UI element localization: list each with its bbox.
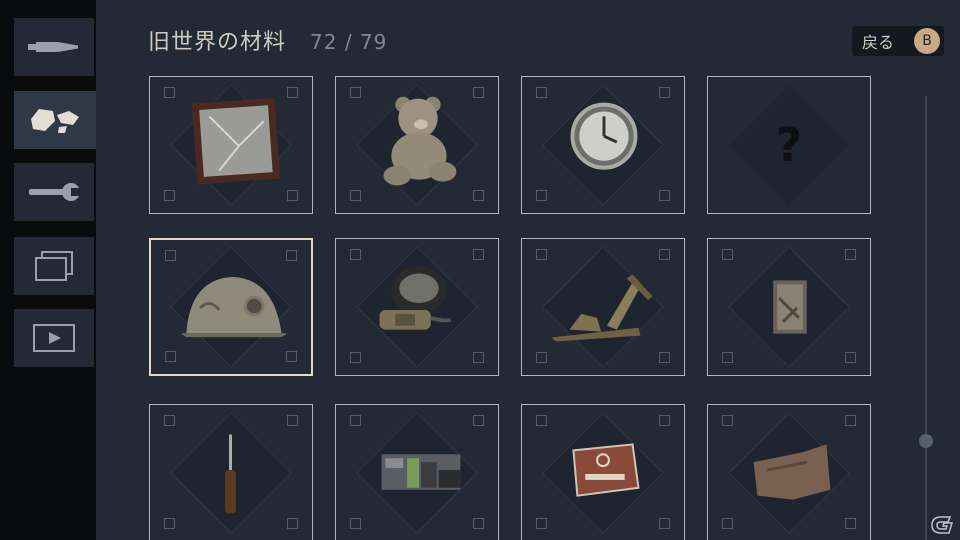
item-photo-scrap[interactable] bbox=[707, 238, 871, 376]
page-title: 旧世界の材料 bbox=[148, 30, 287, 55]
category-sidebar bbox=[0, 0, 96, 540]
question-mark-icon: ? bbox=[775, 118, 803, 172]
tab-materials[interactable] bbox=[14, 91, 96, 149]
item-unknown[interactable]: ? bbox=[707, 76, 871, 214]
wrench-icon bbox=[29, 183, 83, 201]
b-button-icon: B bbox=[914, 28, 940, 54]
gallery-icon bbox=[35, 251, 73, 281]
item-screwdriver[interactable] bbox=[149, 404, 313, 540]
item-teddy-bear[interactable] bbox=[335, 76, 499, 214]
item-clock[interactable] bbox=[521, 76, 685, 214]
gas-mask-icon bbox=[379, 266, 452, 330]
header-title-row: 旧世界の材料 72 / 79 bbox=[148, 24, 387, 56]
item-broken-frame[interactable] bbox=[149, 76, 313, 214]
bullet-icon bbox=[28, 42, 78, 52]
scrollbar-track[interactable] bbox=[925, 96, 927, 540]
scrollbar-thumb[interactable] bbox=[919, 434, 933, 448]
tab-tools[interactable] bbox=[14, 163, 94, 221]
tab-ammo[interactable] bbox=[14, 18, 94, 76]
watermark-logo-icon bbox=[931, 516, 954, 534]
wood-plane-icon bbox=[551, 274, 653, 342]
item-helmet[interactable] bbox=[149, 238, 313, 376]
tab-videos[interactable] bbox=[14, 309, 94, 367]
item-grid: ? bbox=[96, 0, 960, 540]
materials-panel: ? 旧世界の材料 72 / 79 戻る B bbox=[96, 0, 960, 540]
biohazard-case-icon bbox=[572, 443, 640, 497]
battery-icon bbox=[381, 454, 461, 490]
play-icon bbox=[33, 324, 75, 352]
item-wood-plane[interactable] bbox=[521, 238, 685, 376]
teddy-bear-icon bbox=[383, 96, 457, 186]
item-biohazard-case[interactable] bbox=[521, 404, 685, 540]
tab-gallery[interactable] bbox=[14, 237, 94, 295]
item-gas-mask[interactable] bbox=[335, 238, 499, 376]
back-button[interactable]: 戻る B bbox=[852, 26, 944, 56]
screwdriver-icon bbox=[225, 434, 236, 514]
clock-icon bbox=[570, 102, 638, 170]
back-label: 戻る bbox=[862, 33, 895, 52]
broken-frame-icon bbox=[191, 97, 281, 185]
item-torn-paper[interactable] bbox=[707, 404, 871, 540]
rocks-icon bbox=[31, 109, 79, 133]
torn-paper-icon bbox=[753, 444, 831, 500]
item-battery-pack[interactable] bbox=[335, 404, 499, 540]
helmet-icon bbox=[180, 276, 288, 338]
photo-scrap-icon bbox=[773, 280, 807, 334]
collection-count: 72 / 79 bbox=[310, 30, 388, 54]
